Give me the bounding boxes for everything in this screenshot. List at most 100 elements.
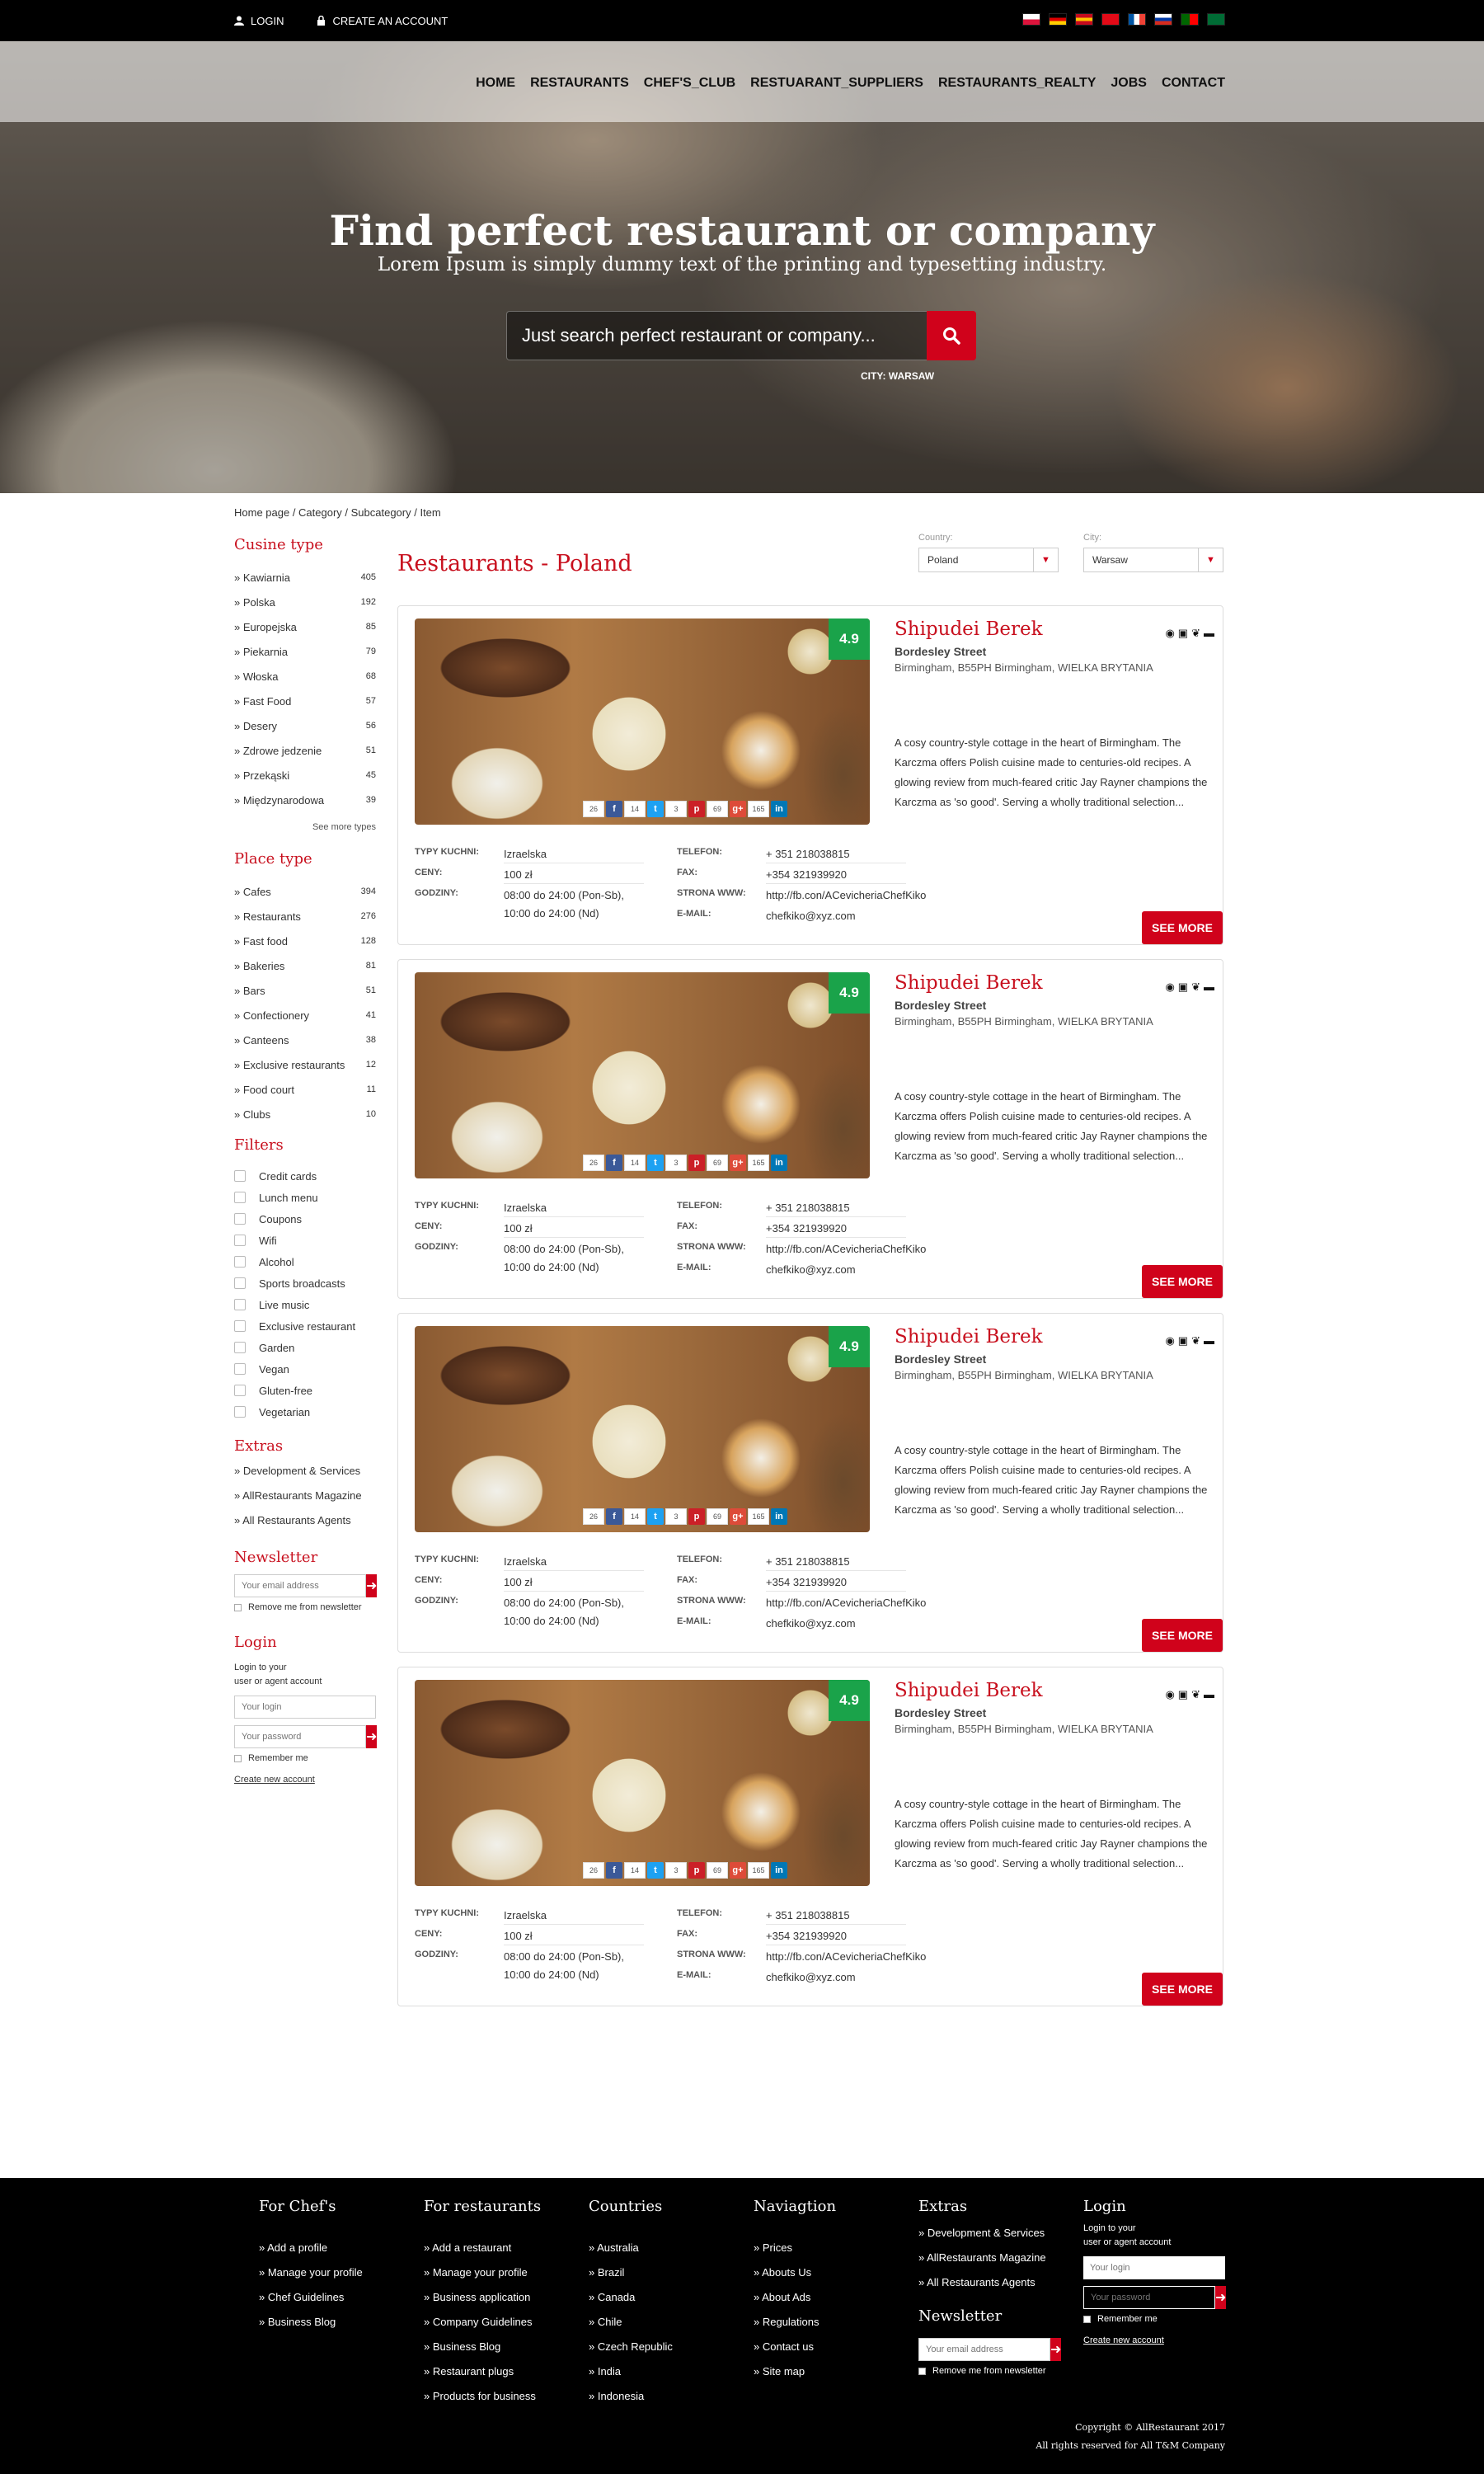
phone-value[interactable]: + 351 218038815 [766, 845, 906, 863]
place-item[interactable]: » Clubs 10 [234, 1102, 376, 1126]
place-item[interactable]: » Fast food 128 [234, 929, 376, 953]
email-link[interactable]: chefkiko@xyz.com [766, 1968, 856, 1987]
footer-chefs-link[interactable]: » Business Blog [259, 2309, 363, 2334]
footer-login-submit[interactable]: ➜ [1215, 2286, 1227, 2309]
breadcrumb[interactable]: Home page / Category / Subcategory / Ite… [234, 506, 441, 519]
nav-item-jobs[interactable]: JOBS [1111, 76, 1147, 91]
footer-restaurants-link[interactable]: » Add a restaurant [424, 2235, 541, 2260]
filter-checkbox[interactable]: Live music [234, 1294, 376, 1315]
phone-value[interactable]: + 351 218038815 [766, 1199, 906, 1217]
footer-restaurants-link[interactable]: » Company Guidelines [424, 2309, 541, 2334]
see-more-button[interactable]: SEE MORE [1142, 1265, 1223, 1298]
www-link[interactable]: http://fb.con/ACevicheriaChefKiko [766, 887, 926, 905]
footer-newsletter-submit[interactable]: ➜ [1050, 2338, 1062, 2361]
email-link[interactable]: chefkiko@xyz.com [766, 1615, 856, 1633]
extras-link[interactable]: » All Restaurants Agents [234, 1507, 376, 1532]
linkedin-icon[interactable]: in [771, 1508, 787, 1525]
footer-newsletter-input[interactable] [918, 2338, 1050, 2361]
footer-remember-me[interactable]: Remember me [1083, 2314, 1225, 2324]
extras-link[interactable]: » Development & Services [234, 1458, 376, 1483]
cuisine-item[interactable]: » Desery 56 [234, 713, 376, 738]
place-item[interactable]: » Exclusive restaurants 12 [234, 1052, 376, 1077]
restaurant-name[interactable]: Shipudei Berek [895, 1326, 1043, 1348]
footer-nav-link[interactable]: » Regulations [754, 2309, 836, 2334]
pinterest-icon[interactable]: p [688, 801, 705, 817]
footer-extras-link[interactable]: » AllRestaurants Magazine [918, 2245, 1060, 2269]
footer-extras-link[interactable]: » All Restaurants Agents [918, 2269, 1060, 2294]
facebook-icon[interactable]: f [606, 1508, 622, 1525]
linkedin-icon[interactable]: in [771, 801, 787, 817]
footer-chefs-link[interactable]: » Add a profile [259, 2235, 363, 2260]
nav-item-restaurantsrealty[interactable]: RESTAURANTS_REALTY [938, 76, 1096, 91]
saudi-flag[interactable] [1207, 13, 1225, 26]
restaurant-photo[interactable]: 4.9 26 f 14 t 3 p 69 g+ 165 in [415, 1680, 870, 1886]
login-submit-button[interactable]: ➜ [366, 1725, 378, 1748]
see-more-button[interactable]: SEE MORE [1142, 911, 1223, 944]
cuisine-item[interactable]: » Przekąski 45 [234, 763, 376, 788]
restaurant-photo[interactable]: 4.9 26 f 14 t 3 p 69 g+ 165 in [415, 972, 870, 1178]
nav-item-chefsclub[interactable]: CHEF'S_CLUB [644, 76, 735, 91]
googleplus-icon[interactable]: g+ [730, 801, 746, 817]
footer-country-link[interactable]: » India [589, 2359, 673, 2383]
twitter-icon[interactable]: t [647, 1155, 664, 1171]
facebook-icon[interactable]: f [606, 801, 622, 817]
email-link[interactable]: chefkiko@xyz.com [766, 1261, 856, 1279]
place-item[interactable]: » Food court 11 [234, 1077, 376, 1102]
facebook-icon[interactable]: f [606, 1155, 622, 1171]
googleplus-icon[interactable]: g+ [730, 1508, 746, 1525]
footer-newsletter-remove[interactable]: Remove me from newsletter [918, 2366, 1060, 2376]
footer-login-input[interactable] [1083, 2256, 1225, 2279]
footer-nav-link[interactable]: » Site map [754, 2359, 836, 2383]
pinterest-icon[interactable]: p [688, 1155, 705, 1171]
login-link[interactable]: LOGIN [234, 15, 284, 27]
footer-country-link[interactable]: » Indonesia [589, 2383, 673, 2408]
filter-checkbox[interactable]: Vegetarian [234, 1401, 376, 1423]
filter-checkbox[interactable]: Wifi [234, 1230, 376, 1251]
restaurant-name[interactable]: Shipudei Berek [895, 1680, 1043, 1701]
footer-restaurants-link[interactable]: » Manage your profile [424, 2260, 541, 2284]
footer-restaurants-link[interactable]: » Products for business [424, 2383, 541, 2408]
footer-password-input[interactable] [1083, 2286, 1215, 2309]
poland-flag[interactable] [1022, 13, 1040, 26]
facebook-icon[interactable]: f [606, 1862, 622, 1879]
see-more-types-link[interactable]: See more types [234, 822, 376, 832]
linkedin-icon[interactable]: in [771, 1155, 787, 1171]
france-flag[interactable] [1128, 13, 1146, 26]
filter-checkbox[interactable]: Alcohol [234, 1251, 376, 1272]
cuisine-item[interactable]: » Piekarnia 79 [234, 639, 376, 664]
create-account-link[interactable]: Create new account [234, 1775, 376, 1785]
see-more-button[interactable]: SEE MORE [1142, 1619, 1223, 1652]
cuisine-item[interactable]: » Fast Food 57 [234, 689, 376, 713]
remember-me-checkbox[interactable]: Remember me [234, 1753, 376, 1763]
googleplus-icon[interactable]: g+ [730, 1862, 746, 1879]
newsletter-remove-checkbox[interactable]: Remove me from newsletter [234, 1602, 376, 1612]
restaurant-name[interactable]: Shipudei Berek [895, 972, 1043, 994]
login-input[interactable] [234, 1696, 376, 1719]
nav-item-restaurants[interactable]: RESTAURANTS [530, 76, 629, 91]
www-link[interactable]: http://fb.con/ACevicheriaChefKiko [766, 1594, 926, 1612]
country-select[interactable]: Poland ▼ [918, 548, 1059, 572]
cuisine-item[interactable]: » Polska 192 [234, 590, 376, 614]
city-indicator[interactable]: CITY: WARSAW [861, 370, 934, 382]
footer-create-account-link[interactable]: Create new account [1083, 2335, 1225, 2345]
see-more-button[interactable]: SEE MORE [1142, 1973, 1223, 2006]
linkedin-icon[interactable]: in [771, 1862, 787, 1879]
googleplus-icon[interactable]: g+ [730, 1155, 746, 1171]
twitter-icon[interactable]: t [647, 801, 664, 817]
twitter-icon[interactable]: t [647, 1862, 664, 1879]
footer-nav-link[interactable]: » Abouts Us [754, 2260, 836, 2284]
footer-country-link[interactable]: » Brazil [589, 2260, 673, 2284]
newsletter-email-input[interactable] [234, 1574, 366, 1597]
email-link[interactable]: chefkiko@xyz.com [766, 907, 856, 925]
nav-item-contact[interactable]: CONTACT [1162, 76, 1225, 91]
footer-country-link[interactable]: » Australia [589, 2235, 673, 2260]
phone-value[interactable]: + 351 218038815 [766, 1553, 906, 1571]
place-item[interactable]: » Bakeries 81 [234, 953, 376, 978]
search-button[interactable] [927, 311, 976, 360]
place-item[interactable]: » Restaurants 276 [234, 904, 376, 929]
cuisine-item[interactable]: » Kawiarnia 405 [234, 565, 376, 590]
footer-nav-link[interactable]: » Contact us [754, 2334, 836, 2359]
footer-nav-link[interactable]: » About Ads [754, 2284, 836, 2309]
filter-checkbox[interactable]: Garden [234, 1337, 376, 1358]
extras-link[interactable]: » AllRestaurants Magazine [234, 1483, 376, 1507]
